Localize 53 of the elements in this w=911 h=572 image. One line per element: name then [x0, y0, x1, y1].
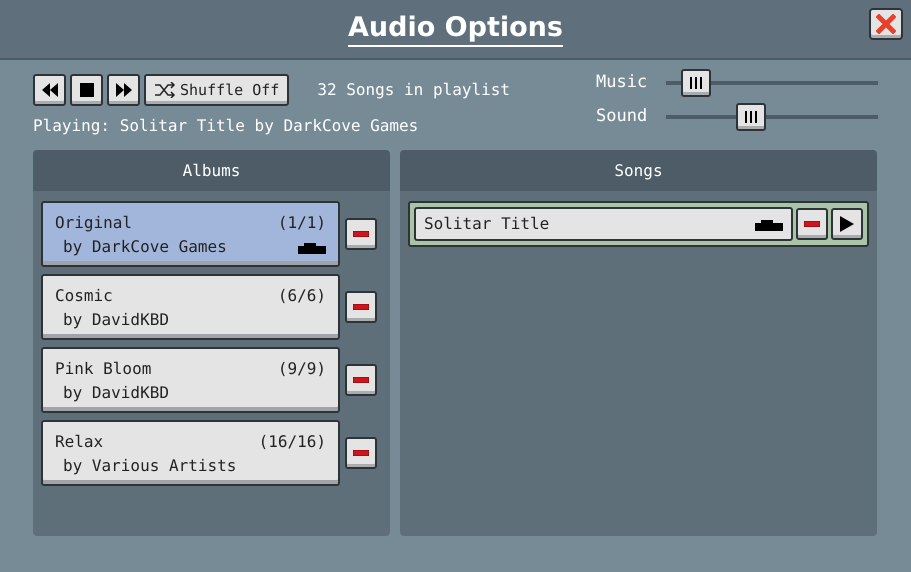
minus-icon [804, 221, 820, 227]
playing-bars-icon [755, 217, 783, 231]
close-icon [876, 14, 896, 34]
minus-icon [353, 450, 369, 456]
now-playing-text: Playing: Solitar Title by DarkCove Games [33, 115, 420, 137]
minus-icon [353, 304, 369, 310]
remove-button[interactable] [345, 364, 377, 396]
volume-slider[interactable] [666, 102, 878, 132]
window-title: Audio Options [348, 11, 563, 47]
album-item[interactable]: Pink Bloom (9/9) by DavidKBD [41, 347, 340, 413]
minus-icon [353, 231, 369, 237]
remove-button[interactable] [796, 208, 828, 240]
song-count: 32 Songs in playlist [317, 79, 510, 101]
close-button[interactable] [869, 8, 903, 40]
album-name: Cosmic [55, 285, 113, 307]
minus-icon [353, 377, 369, 383]
album-count: (16/16) [258, 431, 326, 453]
album-name: Pink Bloom [55, 358, 152, 380]
remove-button[interactable] [345, 218, 377, 250]
album-artist: by Various Artists [63, 455, 236, 477]
shuffle-icon [154, 82, 176, 98]
album-count: (6/6) [278, 285, 326, 307]
album-count: (9/9) [278, 358, 326, 380]
volume-label: Music [596, 71, 648, 94]
album-name: Original [55, 212, 132, 234]
album-item[interactable]: Original (1/1) by DarkCove Games [41, 201, 340, 267]
album-item[interactable]: Cosmic (6/6) by DavidKBD [41, 274, 340, 340]
rewind-button[interactable] [33, 74, 66, 106]
slider-thumb[interactable] [736, 103, 766, 131]
playing-bars-icon [298, 240, 326, 254]
play-icon [840, 216, 854, 232]
album-item[interactable]: Relax (16/16) by Various Artists [41, 420, 340, 486]
stop-icon [80, 83, 94, 97]
volume-slider[interactable] [666, 68, 878, 98]
song-row[interactable]: Solitar Title [408, 201, 869, 247]
album-count: (1/1) [278, 212, 326, 234]
album-artist: by DavidKBD [63, 382, 169, 404]
remove-button[interactable] [345, 437, 377, 469]
rewind-icon [40, 83, 58, 97]
fast-forward-button[interactable] [107, 74, 140, 106]
album-name: Relax [55, 431, 104, 453]
slider-thumb[interactable] [680, 69, 711, 97]
album-artist: by DarkCove Games [63, 236, 227, 258]
songs-header: Songs [400, 150, 877, 191]
play-button[interactable] [831, 208, 863, 240]
song-title: Solitar Title [424, 213, 550, 235]
remove-button[interactable] [345, 291, 377, 323]
album-artist: by DavidKBD [63, 309, 169, 331]
volume-label: Sound [596, 105, 648, 128]
stop-button[interactable] [70, 74, 103, 106]
shuffle-button[interactable]: Shuffle Off [144, 74, 290, 106]
albums-header: Albums [33, 150, 390, 191]
fast-forward-icon [114, 83, 132, 97]
